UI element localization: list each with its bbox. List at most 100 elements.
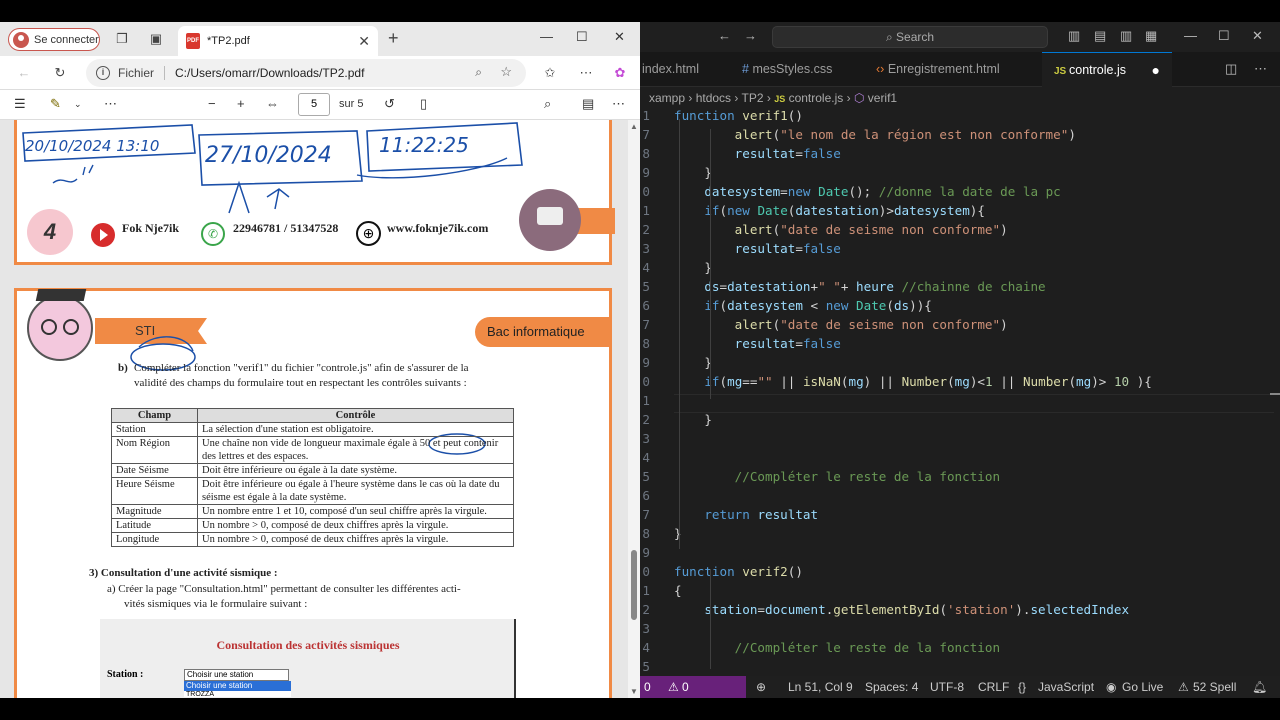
code-line[interactable]: 1 function verif1(): [640, 106, 1280, 125]
code-line[interactable]: 9: [640, 543, 1280, 562]
breadcrumb-item[interactable]: TP2: [742, 91, 764, 105]
remote-indicator[interactable]: 0 ⚠ 0: [640, 676, 746, 698]
close-window-icon[interactable]: ✕: [614, 29, 625, 45]
code-line[interactable]: 8 resultat=false: [640, 144, 1280, 163]
code-line[interactable]: 5: [640, 657, 1280, 676]
tab-enregistrement-html[interactable]: ‹› Enregistrement.html: [864, 52, 1040, 87]
spell-checker-status[interactable]: 52 Spell: [1193, 676, 1236, 698]
breadcrumb-item[interactable]: htdocs: [696, 91, 731, 105]
js-file-icon: JS: [1054, 66, 1070, 77]
tab-controle-js[interactable]: JS controle.js ●: [1042, 52, 1172, 87]
line-ending[interactable]: CRLF: [978, 676, 1009, 698]
code-editor[interactable]: 1 function verif1() 7 alert("le nom de la …: [640, 106, 1280, 677]
new-tab-icon[interactable]: +: [388, 28, 399, 49]
breadcrumb-item[interactable]: xampp: [649, 91, 685, 105]
code-line[interactable]: 4: [640, 448, 1280, 467]
zoom-icon[interactable]: ⌕: [475, 65, 482, 80]
code-line[interactable]: 7 return resultat: [640, 505, 1280, 524]
favorite-star-icon[interactable]: ☆: [500, 64, 512, 80]
address-bar[interactable]: i Fichier C:/Users/omarr/Downloads/TP2.p…: [86, 59, 526, 87]
code-line[interactable]: 4 //Compléter le reste de la fonction: [640, 638, 1280, 657]
tab-messtyles-css[interactable]: # mesStyles.css: [730, 52, 858, 87]
code-line[interactable]: 0 if(mg=="" || isNaN(mg) || Number(mg)<1…: [640, 372, 1280, 391]
code-line[interactable]: 2 }: [640, 410, 1280, 429]
pdf-toolbar: ☰ ✎ ⌄ ⋯ − + ⇔ 5 sur 5 ↺ ▯ ⌕ ▤ ⋯: [0, 90, 640, 120]
zoom-out-icon[interactable]: −: [208, 96, 216, 111]
encoding[interactable]: UTF-8: [930, 676, 964, 698]
code-line[interactable]: 1{: [640, 581, 1280, 600]
workspaces-icon[interactable]: ❐: [114, 31, 130, 47]
contents-list-icon[interactable]: ☰: [14, 96, 26, 112]
toggle-sidebar-icon[interactable]: ▥: [1068, 28, 1080, 44]
code-line[interactable]: 7 alert("date de seisme non conforme"): [640, 315, 1280, 334]
code-line[interactable]: 3: [640, 429, 1280, 448]
info-icon[interactable]: i: [96, 66, 110, 80]
highlight-icon[interactable]: ✎: [50, 96, 61, 112]
close-window-icon[interactable]: ✕: [1252, 28, 1263, 44]
code-line[interactable]: 5 ds=datestation+" "+ heure //chainne de…: [640, 277, 1280, 296]
code-line[interactable]: 2 alert("date de seisme non conforme"): [640, 220, 1280, 239]
indentation[interactable]: Spaces: 4: [865, 676, 918, 698]
notifications-icon[interactable]: 🔔︎: [1252, 676, 1267, 698]
minimize-icon[interactable]: —: [1184, 28, 1197, 43]
code-line[interactable]: 8}: [640, 524, 1280, 543]
code-line[interactable]: 6 if(datesystem < new Date(ds)){: [640, 296, 1280, 315]
split-editor-icon[interactable]: ◫: [1225, 61, 1237, 77]
code-line[interactable]: 1: [640, 391, 1280, 410]
page-view-icon[interactable]: ▯: [420, 96, 427, 112]
maximize-icon[interactable]: ☐: [1218, 28, 1230, 44]
refresh-icon[interactable]: ↻: [52, 65, 68, 81]
code-line[interactable]: 2 station=document.getElementById('stati…: [640, 600, 1280, 619]
pdf-viewer[interactable]: 20/10/2024 13:10 27/10/2024 11:22:25 4 F…: [0, 120, 628, 698]
highlight-dropdown-icon[interactable]: ⌄: [74, 99, 82, 110]
code-line[interactable]: 0 function verif2(): [640, 562, 1280, 581]
rotate-icon[interactable]: ↺: [384, 96, 395, 112]
close-tab-icon[interactable]: ✕: [358, 33, 370, 50]
tab-tp2-pdf[interactable]: PDF *TP2.pdf ✕: [178, 26, 378, 56]
editor-more-icon[interactable]: ⋯: [1254, 61, 1267, 77]
breadcrumb-item[interactable]: controle.js: [789, 91, 844, 105]
code-line[interactable]: 8 resultat=false: [640, 334, 1280, 353]
save-icon[interactable]: ▤: [582, 96, 594, 112]
code-line[interactable]: 5 //Compléter le reste de la fonction: [640, 467, 1280, 486]
pdf-scrollbar-thumb[interactable]: [631, 550, 637, 620]
vertical-tabs-icon[interactable]: ▣: [148, 31, 164, 47]
go-live-button[interactable]: Go Live: [1122, 676, 1163, 698]
nav-forward-icon[interactable]: →: [744, 28, 757, 43]
code-line[interactable]: 3 resultat=false: [640, 239, 1280, 258]
code-line[interactable]: 9 }: [640, 353, 1280, 372]
find-icon[interactable]: ⌕: [544, 96, 551, 112]
copilot-icon[interactable]: ✿: [612, 65, 628, 81]
toggle-secondary-sidebar-icon[interactable]: ▥: [1120, 28, 1132, 44]
zoom-in-icon[interactable]: +: [237, 96, 245, 111]
more-tools-icon[interactable]: ⋯: [104, 96, 117, 112]
page-number-input[interactable]: 5: [298, 93, 330, 116]
code-line[interactable]: 3: [640, 619, 1280, 638]
fit-page-icon[interactable]: ⇔: [266, 96, 279, 111]
maximize-icon[interactable]: ☐: [576, 29, 588, 45]
code-line[interactable]: 1 if(new Date(datestation)>datesystem){: [640, 201, 1280, 220]
toggle-panel-icon[interactable]: ▤: [1094, 28, 1106, 44]
cursor-position[interactable]: Ln 51, Col 9: [788, 676, 853, 698]
pdf-scrollbar[interactable]: ▲ ▼: [628, 120, 640, 698]
pdf-more-icon[interactable]: ⋯: [612, 96, 625, 112]
more-menu-icon[interactable]: ⋯: [578, 65, 594, 81]
nav-back-icon[interactable]: ←: [718, 28, 731, 43]
command-center-search[interactable]: ⌕ Search: [772, 26, 1048, 48]
table-cell: Doit être inférieure ou égale à l'heure …: [197, 477, 514, 505]
code-line[interactable]: 6: [640, 486, 1280, 505]
zoom-icon[interactable]: ⊕: [756, 676, 766, 698]
favorites-icon[interactable]: ✩: [542, 65, 558, 81]
customize-layout-icon[interactable]: ▦: [1145, 28, 1157, 44]
breadcrumb-item[interactable]: verif1: [868, 91, 897, 105]
back-icon[interactable]: ←: [16, 65, 32, 81]
code-line[interactable]: 7 alert("le nom de la région est non con…: [640, 125, 1280, 144]
profile-signin-button[interactable]: Se connecter: [8, 28, 100, 51]
minimize-icon[interactable]: —: [540, 29, 553, 44]
language-mode[interactable]: JavaScript: [1038, 676, 1094, 698]
code-line[interactable]: 9 }: [640, 163, 1280, 182]
tab-index-html[interactable]: index.html: [640, 52, 728, 87]
unsaved-dot-icon[interactable]: ●: [1152, 53, 1160, 88]
code-line[interactable]: 0 datesystem=new Date(); //donne la date…: [640, 182, 1280, 201]
code-line[interactable]: 4 }: [640, 258, 1280, 277]
